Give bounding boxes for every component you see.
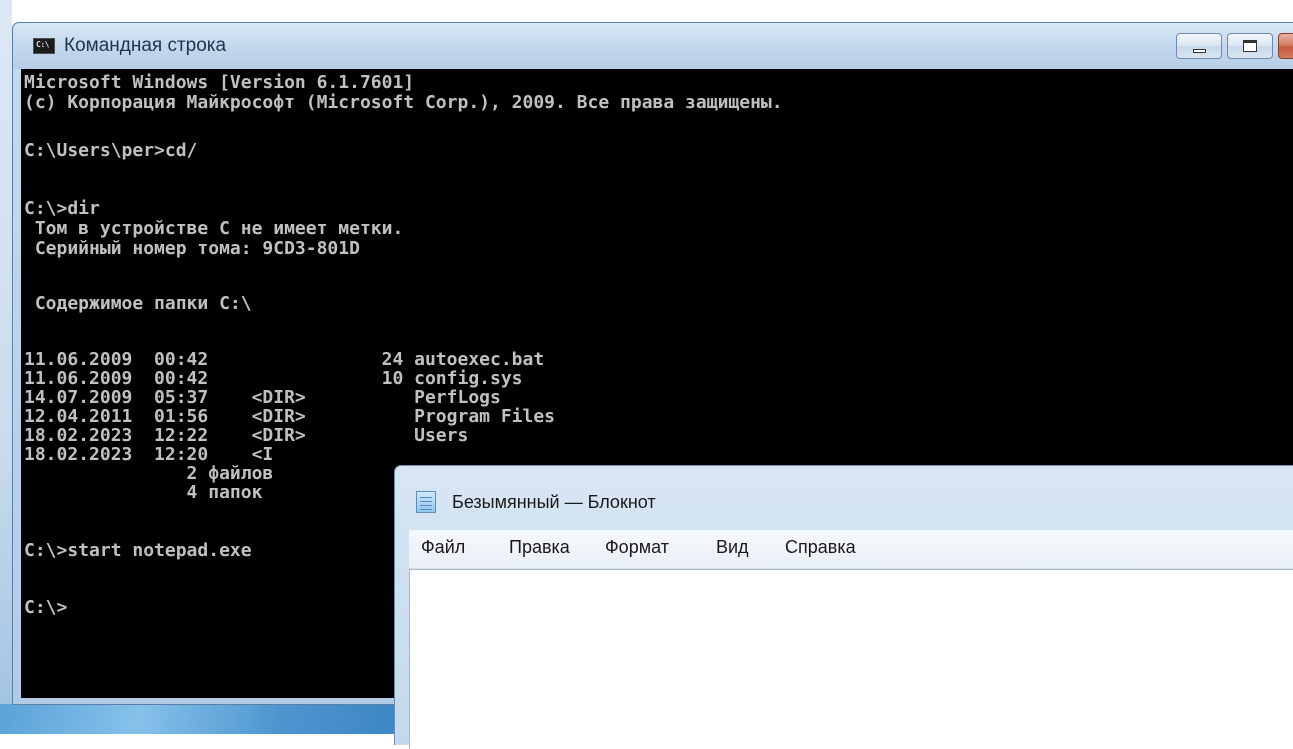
console-icon[interactable]: C:\ [33,38,55,54]
close-button[interactable] [1278,33,1293,59]
desktop-taskbar-edge [0,704,400,734]
console-line: 18.02.2023 12:20 <I [24,444,274,465]
console-icon-label: C:\ [36,40,49,49]
menu-file[interactable]: Файл [421,537,465,558]
console-line: Том в устройстве C не имеет метки. [24,218,404,239]
console-line: Серийный номер тома: 9CD3-801D [24,238,360,259]
notepad-menubar: Файл Правка Формат Вид Справка [409,530,1293,569]
notepad-icon[interactable] [416,491,436,513]
console-line: C:\> [24,597,68,618]
notepad-window: Безымянный — Блокнот Файл Правка Формат … [394,465,1293,749]
console-line: 14.07.2009 05:37 <DIR> PerfLogs [24,387,501,408]
console-line: Содержимое папки C:\ [24,293,252,314]
maximize-button[interactable] [1227,33,1273,59]
maximize-icon [1243,40,1257,52]
menu-view[interactable]: Вид [716,537,749,558]
notepad-text-area[interactable] [409,569,1293,749]
desktop-background [0,0,12,734]
console-line: 2 файлов [24,463,274,484]
menu-format[interactable]: Формат [605,537,669,558]
console-line: 12.04.2011 01:56 <DIR> Program Files [24,406,556,427]
cmd-window-title: Командная строка [64,35,227,56]
console-line: 4 папок [24,482,263,503]
notepad-window-title[interactable]: Безымянный — Блокнот [452,492,656,513]
minimize-button[interactable] [1176,33,1222,59]
menu-help[interactable]: Справка [785,537,856,558]
minimize-icon [1193,49,1206,53]
console-line: Microsoft Windows [Version 6.1.7601] [24,72,415,93]
console-line: C:\>dir [24,198,100,219]
console-line: 11.06.2009 00:42 24 autoexec.bat [24,349,545,370]
console-line: 18.02.2023 12:22 <DIR> Users [24,425,469,446]
console-line: (c) Корпорация Майкрософт (Microsoft Cor… [24,92,783,113]
console-line: 11.06.2009 00:42 10 config.sys [24,368,523,389]
menu-edit[interactable]: Правка [509,537,570,558]
console-line: C:\>start notepad.exe [24,540,252,561]
cmd-titlebar[interactable]: C:\ Командная строка [13,23,1293,69]
console-line: C:\Users\per>cd/ [24,140,198,161]
